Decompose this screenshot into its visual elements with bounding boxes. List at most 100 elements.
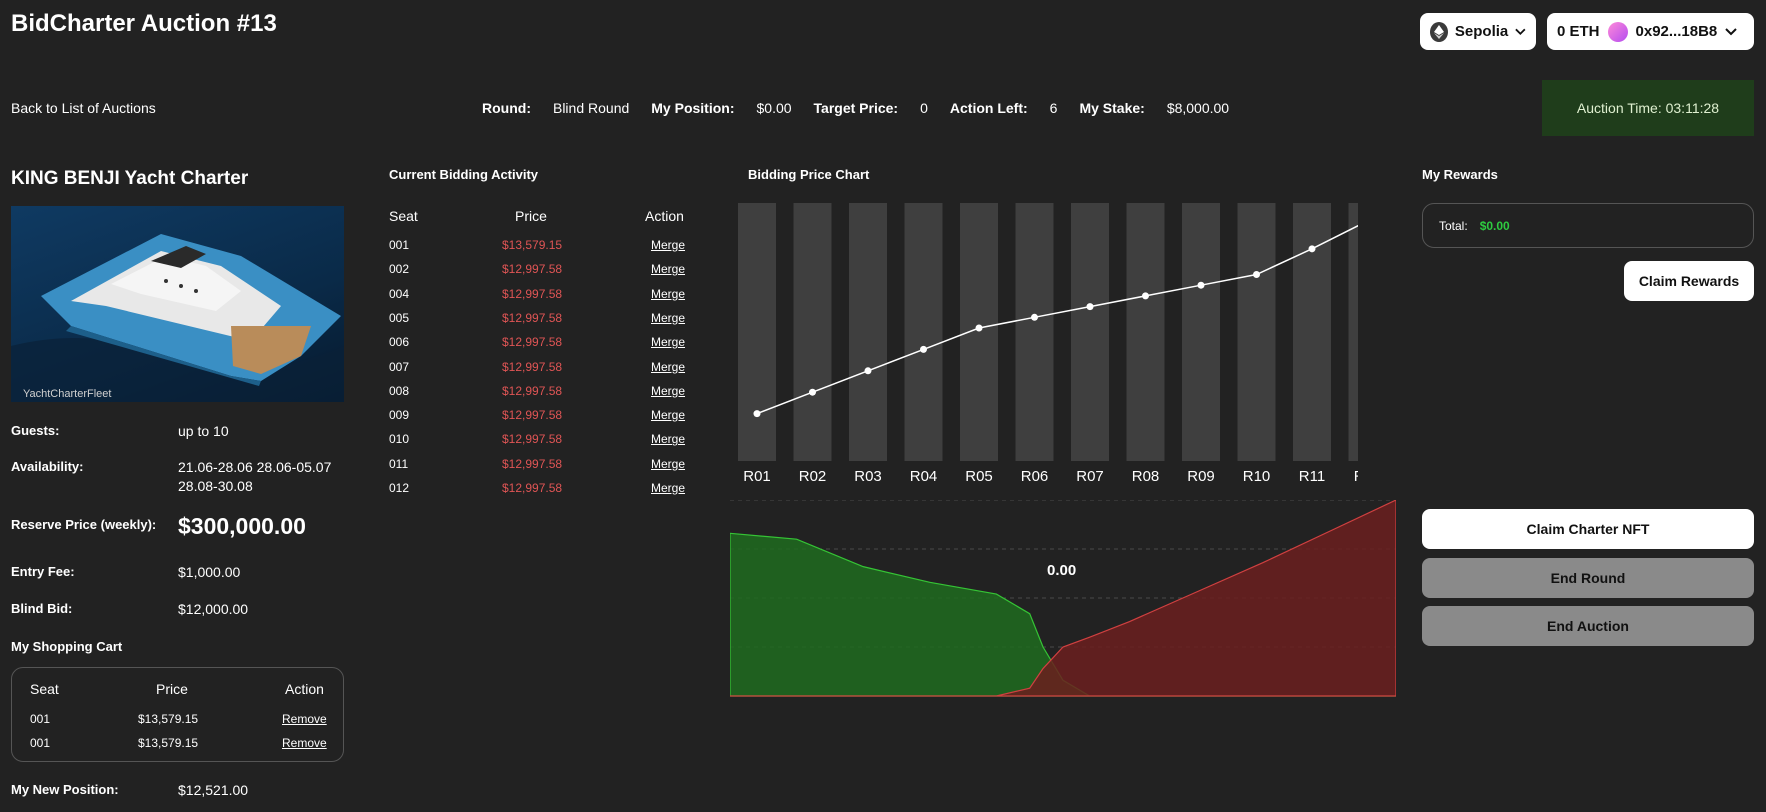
round-column-R09 [1182,203,1220,461]
new-position-label: My New Position: [11,782,119,797]
availability-value-line2: 28.08-30.08 [178,478,253,494]
bid-merge-link[interactable]: Merge [651,262,685,276]
cart-row-price: $13,579.15 [138,736,199,750]
bid-merge-link[interactable]: Merge [651,384,685,398]
target-price-value: 0 [920,100,928,116]
cart-remove-link[interactable]: Remove [282,736,327,750]
cart-header-seat: Seat [30,681,59,697]
bid-merge-link[interactable]: Merge [651,481,685,495]
guests-value: up to 10 [178,423,229,439]
entry-fee-label: Entry Fee: [11,564,75,579]
bid-row-price: $12,997.58 [502,335,563,350]
bid-row-price: $12,997.58 [502,262,563,277]
bid-row-seat: 001 [389,238,410,252]
bid-row-seat: 004 [389,286,410,301]
round-column-R02 [793,203,832,461]
stake-label: My Stake: [1079,100,1145,116]
rewards-title: My Rewards [1422,167,1498,182]
network-selector[interactable]: Sepolia [1420,13,1536,50]
bidding-activity-title: Current Bidding Activity [389,167,539,182]
cart-row-seat: 001 [30,712,51,726]
bid-merge-link[interactable]: Merge [651,432,685,446]
blind-bid-label: Blind Bid: [11,601,73,616]
round-column-R01 [738,203,776,461]
entry-fee-value: $1,000.00 [178,564,241,580]
bid-merge-link[interactable]: Merge [651,238,685,252]
bid-row-price: $12,997.58 [502,432,563,447]
bid-row-price: $12,997.58 [502,286,563,301]
bid-merge-link[interactable]: Merge [651,457,685,471]
x-tick-label: R10 [1243,468,1271,485]
bid-row-price: $13,579.15 [502,238,563,252]
round-column-R03 [849,203,887,461]
item-title: KING BENJI Yacht Charter [11,168,249,189]
bid-merge-link[interactable]: Merge [651,408,685,422]
price-point-R06 [1031,313,1038,321]
stake-value: $8,000.00 [1166,100,1230,116]
bid-merge-link[interactable]: Merge [651,360,685,374]
reserve-price-value: $300,000.00 [178,513,306,539]
end-round-button[interactable]: End Round [1422,558,1754,598]
x-tick-label: R06 [1021,468,1049,485]
wallet-button[interactable]: 0 ETH 0x92...18B8 [1547,13,1754,50]
bid-header-price: Price [515,208,547,224]
shopping-cart-table: Seat Price Action 001 $13,579.15 Remove … [11,667,344,762]
bid-depth-chart [730,500,1396,697]
bid-row-price: $12,997.58 [502,456,563,471]
rewards-total-label: Total: [1439,218,1468,233]
bid-merge-link[interactable]: Merge [651,287,685,301]
wallet-avatar [1607,21,1628,42]
price-point-R10 [1253,271,1260,278]
bid-row-seat: 008 [389,383,410,398]
round-value: Blind Round [552,100,630,116]
position-label: My Position: [651,100,735,116]
target-price-label: Target Price: [813,100,899,116]
bid-row-price: $12,997.58 [502,383,563,398]
x-tick-label: R05 [965,468,993,485]
depth-chart-label: 0.00 [1047,562,1077,579]
guests-label: Guests: [11,423,60,438]
bid-merge-link[interactable]: Merge [651,311,685,325]
x-tick-label: R07 [1076,468,1104,485]
bidding-price-chart: R01 R02 R03 R04 R05 R06 R07 R08 R09 R10 R11 R12 [738,203,1358,485]
x-tick-label: R12 [1354,468,1358,485]
cart-header-price: Price [156,681,188,697]
round-column-R08 [1126,203,1165,461]
chevron-down-icon [1515,28,1526,35]
image-watermark: YachtCharterFleet [23,388,112,400]
bid-row-seat: 011 [389,456,409,471]
actions-left-label: Action Left: [949,100,1028,116]
x-tick-label: R09 [1187,468,1215,485]
cart-row-price: $13,579.15 [138,712,199,726]
claim-charter-nft-button[interactable]: Claim Charter NFT [1422,509,1754,549]
x-tick-label: R08 [1132,468,1160,485]
bid-row-seat: 012 [389,481,410,495]
round-column-R05 [960,203,998,461]
price-point-R07 [1086,303,1094,311]
claim-rewards-button[interactable]: Claim Rewards [1624,261,1754,301]
bid-header-action: Action [645,208,684,224]
bid-merge-link[interactable]: Merge [651,335,685,349]
bid-row-seat: 010 [389,432,410,447]
price-point-R05 [975,324,983,332]
price-point-R08 [1142,292,1149,300]
position-value: $0.00 [756,100,792,116]
bid-header-seat: Seat [389,208,418,224]
end-auction-button[interactable]: End Auction [1422,606,1754,646]
shopping-cart-title: My Shopping Cart [11,639,123,654]
cart-remove-link[interactable]: Remove [282,712,327,726]
auction-timer: Auction Time: 03:11:28 [1542,80,1754,136]
chevron-down-icon [1725,27,1737,35]
bid-row-seat: 009 [389,408,410,423]
x-tick-label: R03 [854,468,882,485]
blind-bid-value: $12,000.00 [178,601,249,617]
round-label: Round: [482,100,531,116]
bid-row-seat: 006 [389,335,410,350]
round-column-R10 [1237,203,1276,461]
price-point-R02 [809,388,816,396]
auction-status-bar: Round: Blind Round My Position: $0.00 Ta… [482,100,1251,116]
ethereum-icon [1430,21,1448,42]
back-to-auctions-link[interactable]: Back to List of Auctions [11,100,156,116]
round-column-R04 [904,203,943,461]
bid-row-price: $12,997.58 [502,408,563,423]
